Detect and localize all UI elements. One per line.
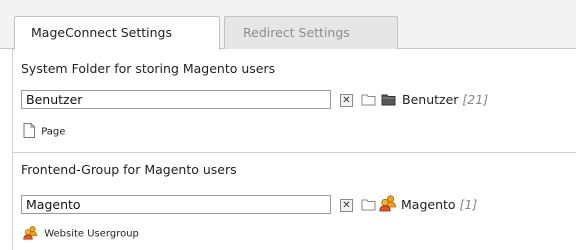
record-type-label: Website Usergroup <box>44 228 139 240</box>
usergroup-icon <box>379 194 397 215</box>
record-type: Website Usergroup <box>23 225 139 243</box>
frontend-group-input[interactable]: Magento <box>21 195 331 214</box>
record-type-label: Page <box>41 126 66 138</box>
selected-record[interactable]: Magento [1] <box>401 197 477 212</box>
clear-button[interactable]: ✕ <box>340 199 353 212</box>
usergroup-icon <box>23 226 41 243</box>
record-type: Page <box>23 123 65 141</box>
record-count: [1] <box>459 197 478 212</box>
browse-folder-icon[interactable] <box>361 198 376 214</box>
settings-panel: System Folder for storing Magento users … <box>12 49 576 250</box>
section-title: Frontend-Group for Magento users <box>21 162 237 177</box>
record-label: Magento <box>401 197 456 212</box>
folder-icon <box>381 93 396 109</box>
tab-redirect-settings[interactable]: Redirect Settings <box>224 16 398 49</box>
system-folder-section: System Folder for storing Magento users … <box>13 49 576 153</box>
browse-folder-icon[interactable] <box>361 93 376 109</box>
selected-record[interactable]: Benutzer [21] <box>402 92 488 107</box>
tab-mageconnect-settings[interactable]: MageConnect Settings <box>14 16 220 50</box>
tab-bar: MageConnect Settings Redirect Settings <box>0 0 576 50</box>
frontend-group-section: Frontend-Group for Magento users Magento… <box>13 153 576 250</box>
record-label: Benutzer <box>402 92 459 107</box>
section-title: System Folder for storing Magento users <box>21 61 276 76</box>
page-icon <box>23 123 38 141</box>
clear-button[interactable]: ✕ <box>340 94 353 107</box>
system-folder-input[interactable]: Benutzer <box>21 90 331 109</box>
record-count: [21] <box>462 92 489 107</box>
